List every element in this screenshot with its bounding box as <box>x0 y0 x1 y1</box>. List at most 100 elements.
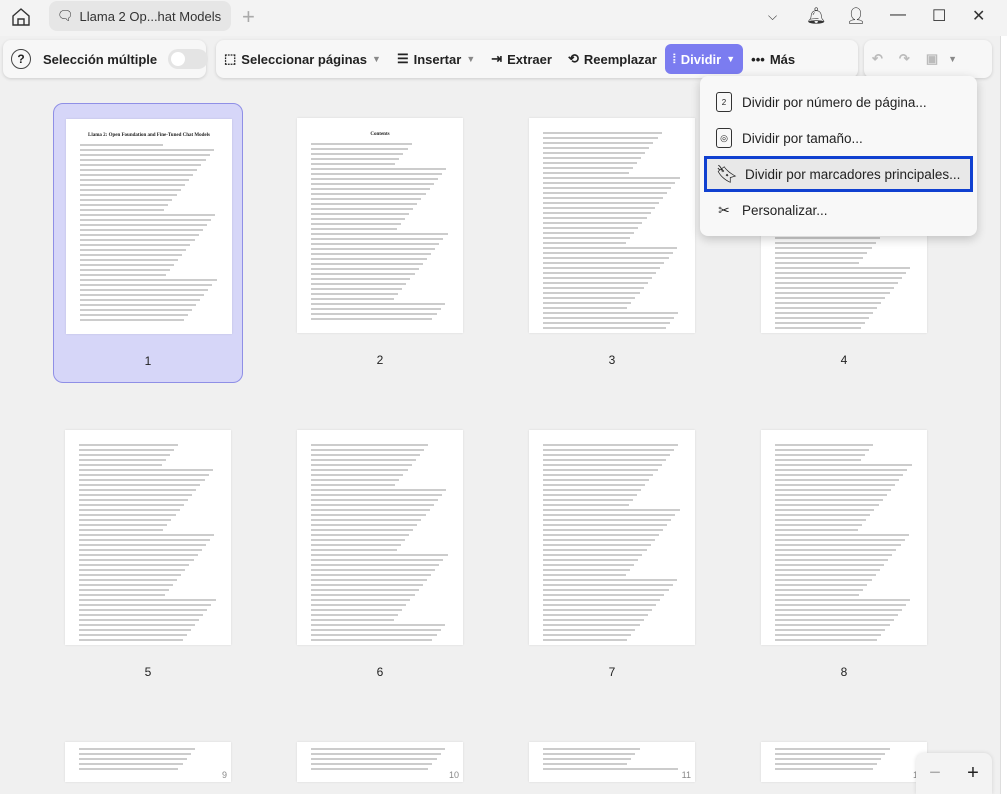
page-thumbnail-2[interactable]: Contents 2 <box>285 103 475 383</box>
insert-label: Insertar <box>413 51 462 67</box>
text-line <box>775 307 878 309</box>
chevron-down-icon[interactable]: ⌵ <box>768 9 777 24</box>
text-line <box>79 748 195 750</box>
text-line <box>311 308 441 310</box>
page-thumbnail-8[interactable]: 8 <box>749 415 939 695</box>
text-line <box>543 534 659 536</box>
document-tab[interactable]: 🗨 Llama 2 Op...hat Models <box>49 1 231 31</box>
page-number-label: 2 <box>376 353 384 367</box>
close-button[interactable]: ✕ <box>972 6 985 26</box>
text-line <box>543 177 680 179</box>
bell-icon[interactable]: 🔔︎ <box>806 6 826 26</box>
text-line <box>775 753 886 755</box>
text-line <box>311 763 433 765</box>
select-pages-button[interactable]: ⬚ Seleccionar páginas ▼ <box>216 44 389 74</box>
replace-button[interactable]: ⟲ Reemplazar <box>560 44 665 74</box>
page-thumbnail-10[interactable]: 10 <box>285 727 475 782</box>
toggle-switch[interactable] <box>168 49 209 69</box>
text-line <box>311 459 416 461</box>
text-line <box>543 247 677 249</box>
save-button[interactable]: ▣ <box>918 44 946 74</box>
text-line <box>543 267 661 269</box>
text-line <box>543 753 636 755</box>
page-thumbnail-1[interactable]: Llama 2: Open Foundation and Fine-Tuned … <box>53 103 243 383</box>
text-line <box>543 624 640 626</box>
zoom-controls: − + <box>916 753 992 794</box>
text-line <box>311 258 427 260</box>
split-button[interactable]: ⦙ Dividir ▼ <box>664 44 744 74</box>
comment-icon: 🗨 <box>57 8 74 23</box>
text-line <box>543 748 640 750</box>
text-line <box>80 269 170 271</box>
chevron-down-icon: ▼ <box>726 54 736 64</box>
text-line <box>80 279 217 281</box>
page-thumbnail-6[interactable]: 6 <box>285 415 475 695</box>
text-line <box>775 489 891 491</box>
page-thumbnail-12[interactable]: 12 <box>749 727 939 782</box>
text-line <box>79 529 164 531</box>
text-line <box>79 624 195 626</box>
multi-select-toggle[interactable]: Selección múltiple <box>39 44 216 74</box>
text-line <box>775 599 911 601</box>
text-line <box>311 624 445 626</box>
maximize-button[interactable]: ☐ <box>932 6 946 26</box>
split-custom[interactable]: ✂ Personalizar... <box>704 192 973 228</box>
minimize-button[interactable]: — <box>890 6 906 24</box>
home-icon[interactable] <box>10 6 32 28</box>
text-line <box>311 634 437 636</box>
text-line <box>543 758 632 760</box>
page-thumbnail-9[interactable]: 9 <box>53 727 243 782</box>
split-by-size[interactable]: ◎ Dividir por tamaño... <box>704 120 973 156</box>
text-line <box>543 614 648 616</box>
page-thumbnail-5[interactable]: 5 <box>53 415 243 695</box>
text-line <box>79 484 201 486</box>
redo-button[interactable]: ↷ <box>891 44 918 74</box>
text-line <box>543 629 636 631</box>
page-thumbnail-3[interactable]: 3 <box>517 103 707 383</box>
text-line <box>311 263 423 265</box>
help-button[interactable]: ? <box>3 44 39 74</box>
zoom-in-button[interactable]: + <box>967 762 979 785</box>
text-line <box>311 153 404 155</box>
text-line <box>543 459 666 461</box>
undo-button[interactable]: ↶ <box>864 44 891 74</box>
save-options-button[interactable]: ▼ <box>946 44 959 74</box>
text-line <box>311 183 434 185</box>
page-number-label: 4 <box>840 353 848 367</box>
extract-button[interactable]: ⇥ Extraer <box>483 44 560 74</box>
text-line <box>543 579 677 581</box>
user-icon[interactable]: 👤︎ <box>846 6 866 26</box>
more-label: Más <box>769 51 796 67</box>
text-line <box>775 758 882 760</box>
split-by-bookmarks[interactable]: 🔖︎ Dividir por marcadores principales... <box>704 156 973 192</box>
page-preview: 10 <box>297 742 463 782</box>
text-line <box>80 184 185 186</box>
page-thumbnail-11[interactable]: 11 <box>517 727 707 782</box>
text-line <box>80 144 163 146</box>
text-line <box>543 222 643 224</box>
tab-title: Llama 2 Op...hat Models <box>79 8 222 24</box>
new-tab-button[interactable]: + <box>242 4 255 30</box>
text-line <box>543 307 628 309</box>
text-line <box>311 768 429 770</box>
more-button[interactable]: ••• Más <box>743 44 803 74</box>
text-line <box>543 464 662 466</box>
text-line <box>543 549 647 551</box>
text-line <box>775 312 873 314</box>
text-line <box>543 519 672 521</box>
text-line <box>775 639 878 641</box>
text-line <box>79 479 205 481</box>
text-line <box>775 282 898 284</box>
text-line <box>311 554 448 556</box>
zoom-out-button[interactable]: − <box>929 762 941 785</box>
text-line <box>80 304 196 306</box>
text-line <box>80 174 194 176</box>
text-line <box>311 293 398 295</box>
page-preview <box>761 430 927 645</box>
insert-button[interactable]: ☰ Insertar ▼ <box>389 44 483 74</box>
multi-select-label: Selección múltiple <box>43 51 158 67</box>
page-thumbnail-7[interactable]: 7 <box>517 415 707 695</box>
text-line <box>79 444 179 446</box>
split-by-page-number[interactable]: 2 Dividir por número de página... <box>704 84 973 120</box>
text-line <box>543 212 651 214</box>
